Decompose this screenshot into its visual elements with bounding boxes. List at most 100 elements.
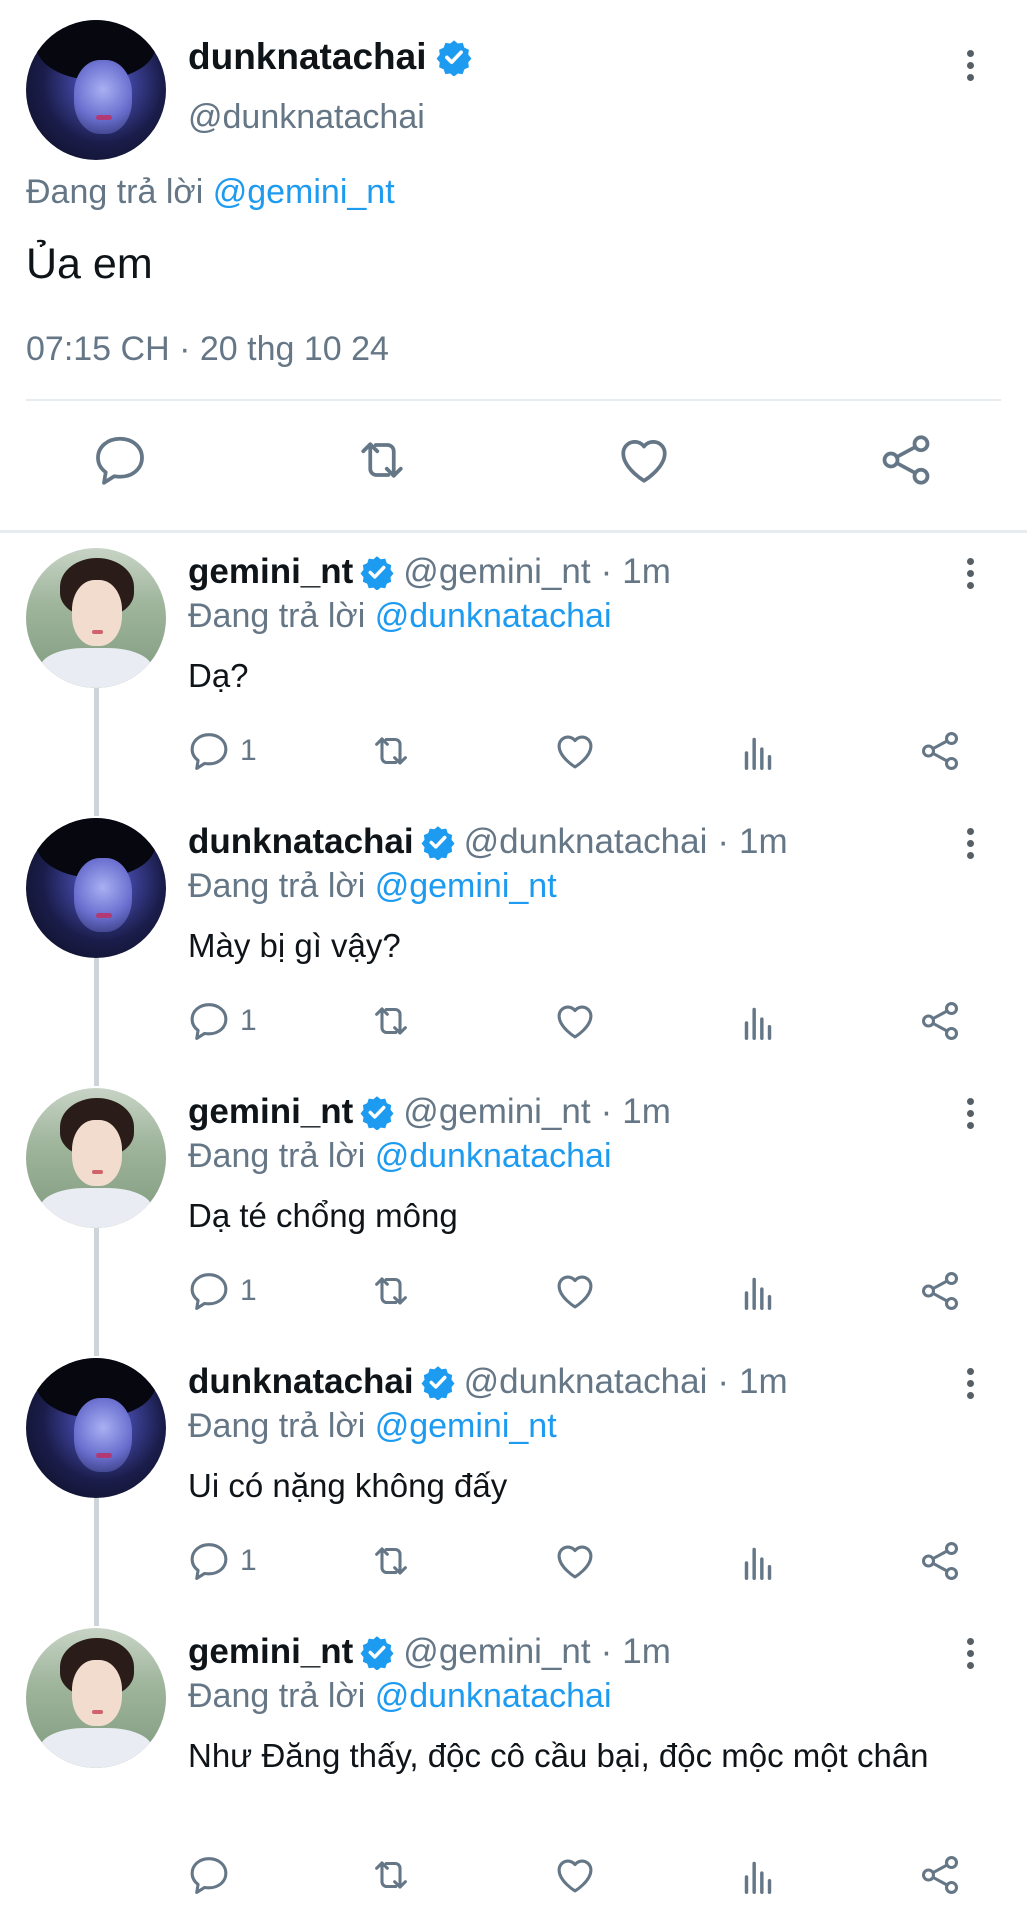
meta-separator: · (600, 1632, 613, 1671)
reply-prefix: Đang trả lời (188, 1137, 366, 1175)
retweet-icon[interactable] (352, 430, 412, 490)
replying-to: Đang trả lời @gemini_nt (188, 1407, 557, 1446)
reply-to-link[interactable]: @gemini_nt (375, 867, 557, 905)
retweet-icon[interactable] (368, 1268, 414, 1314)
author-handle[interactable]: @dunknatachai (188, 98, 425, 137)
more-options-icon[interactable] (964, 1098, 976, 1129)
tweet-text: Dạ té chổng mông (188, 1197, 458, 1234)
reply-tweet[interactable]: gemini_nt @gemini_nt · 1m Đang trả lời @… (0, 1088, 1027, 1328)
avatar[interactable] (26, 548, 166, 688)
section-divider (0, 530, 1027, 533)
author-name-row[interactable]: dunknatachai (188, 36, 473, 78)
reply-prefix: Đang trả lời (188, 867, 366, 905)
avatar[interactable] (26, 20, 166, 160)
retweet-icon[interactable] (368, 1852, 414, 1898)
retweet-icon[interactable] (368, 728, 414, 774)
share-icon[interactable] (917, 1852, 963, 1898)
retweet-icon[interactable] (368, 1538, 414, 1584)
author-handle[interactable]: @gemini_nt (403, 1092, 590, 1132)
tweet-age[interactable]: 1m (622, 1632, 671, 1672)
tweet-age[interactable]: 1m (739, 822, 788, 862)
more-options-icon[interactable] (964, 50, 976, 81)
like-icon[interactable] (552, 1268, 598, 1314)
like-icon[interactable] (552, 728, 598, 774)
author-name[interactable]: dunknatachai (188, 822, 414, 862)
replying-to: Đang trả lời @dunknatachai (188, 1137, 612, 1176)
reply-icon[interactable] (186, 1852, 232, 1898)
author-name[interactable]: gemini_nt (188, 1632, 353, 1672)
author-handle[interactable]: @dunknatachai (464, 822, 708, 862)
analytics-icon[interactable] (735, 728, 781, 774)
tweet-age[interactable]: 1m (622, 1092, 671, 1132)
like-icon[interactable] (552, 998, 598, 1044)
analytics-icon[interactable] (735, 998, 781, 1044)
share-icon[interactable] (917, 998, 963, 1044)
tweet-age[interactable]: 1m (622, 552, 671, 592)
replying-to: Đang trả lời @dunknatachai (188, 597, 612, 636)
reply-count: 1 (240, 1544, 257, 1577)
avatar[interactable] (26, 1088, 166, 1228)
analytics-icon[interactable] (735, 1268, 781, 1314)
reply-count: 1 (240, 734, 257, 767)
tweet-timestamp[interactable]: 07:15 CH · 20 thg 10 24 (26, 330, 389, 369)
author-name[interactable]: gemini_nt (188, 552, 353, 592)
author-handle[interactable]: @gemini_nt (403, 552, 590, 592)
like-icon[interactable] (552, 1852, 598, 1898)
share-icon[interactable] (917, 1538, 963, 1584)
more-options-icon[interactable] (964, 558, 976, 589)
verified-badge-icon (359, 1094, 395, 1130)
reply-to-link[interactable]: @gemini_nt (375, 1407, 557, 1445)
replying-to: Đang trả lời @gemini_nt (26, 173, 395, 212)
reply-tweet[interactable]: gemini_nt @gemini_nt · 1m Đang trả lời @… (0, 548, 1027, 788)
reply-prefix: Đang trả lời (26, 173, 204, 211)
avatar[interactable] (26, 818, 166, 958)
analytics-icon[interactable] (735, 1538, 781, 1584)
tweet-text: Ủa em (26, 240, 153, 288)
reply-to-link[interactable]: @dunknatachai (375, 1137, 612, 1175)
avatar[interactable] (26, 1628, 166, 1768)
reply-icon[interactable] (186, 1268, 232, 1314)
verified-badge-icon (420, 1364, 456, 1400)
like-icon[interactable] (552, 1538, 598, 1584)
share-icon[interactable] (917, 728, 963, 774)
verified-badge-icon (359, 1634, 395, 1670)
main-action-bar (0, 430, 1027, 500)
more-options-icon[interactable] (964, 1638, 976, 1669)
tweet-text: Mày bị gì vậy? (188, 927, 401, 964)
avatar[interactable] (26, 1358, 166, 1498)
author-name[interactable]: gemini_nt (188, 1092, 353, 1132)
reply-to-link[interactable]: @dunknatachai (375, 597, 612, 635)
retweet-icon[interactable] (368, 998, 414, 1044)
reply-tweet[interactable]: gemini_nt @gemini_nt · 1m Đang trả lời @… (0, 1628, 1027, 1918)
tweet-age[interactable]: 1m (739, 1362, 788, 1402)
analytics-icon[interactable] (735, 1852, 781, 1898)
meta-separator: · (600, 552, 613, 591)
meta-separator: · (717, 822, 730, 861)
reply-header: dunknatachai @dunknatachai · 1m (188, 1362, 788, 1402)
action-bar: 1 (0, 998, 1027, 1048)
reply-tweet[interactable]: dunknatachai @dunknatachai · 1m Đang trả… (0, 818, 1027, 1058)
author-handle[interactable]: @gemini_nt (403, 1632, 590, 1672)
reply-to-link[interactable]: @dunknatachai (375, 1677, 612, 1715)
reply-icon[interactable] (90, 430, 150, 490)
more-options-icon[interactable] (964, 1368, 976, 1399)
action-bar: 1 (0, 728, 1027, 778)
meta-separator: · (600, 1092, 613, 1131)
action-bar (0, 1852, 1027, 1902)
reply-icon[interactable] (186, 728, 232, 774)
author-name[interactable]: dunknatachai (188, 36, 427, 78)
like-icon[interactable] (614, 430, 674, 490)
reply-to-link[interactable]: @gemini_nt (213, 173, 395, 211)
reply-icon[interactable] (186, 998, 232, 1044)
reply-header: gemini_nt @gemini_nt · 1m (188, 1092, 671, 1132)
author-name[interactable]: dunknatachai (188, 1362, 414, 1402)
reply-tweet[interactable]: dunknatachai @dunknatachai · 1m Đang trả… (0, 1358, 1027, 1598)
share-icon[interactable] (876, 430, 936, 490)
author-handle[interactable]: @dunknatachai (464, 1362, 708, 1402)
reply-count: 1 (240, 1274, 257, 1307)
more-options-icon[interactable] (964, 828, 976, 859)
reply-header: gemini_nt @gemini_nt · 1m (188, 1632, 671, 1672)
main-tweet: dunknatachai @dunknatachai Đang trả lời … (0, 0, 1027, 530)
reply-icon[interactable] (186, 1538, 232, 1584)
share-icon[interactable] (917, 1268, 963, 1314)
